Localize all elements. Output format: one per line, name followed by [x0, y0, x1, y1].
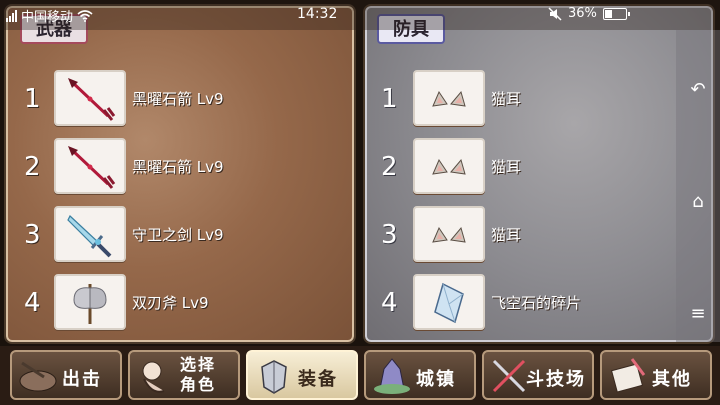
other-label: 其他 — [652, 369, 692, 390]
armor-equip-icon — [261, 360, 287, 394]
equip-label: 装备 — [298, 369, 338, 390]
weapon-slot-2[interactable]: 2 黑曜石箭 Lv9 — [6, 138, 336, 198]
slot-number: 1 — [24, 84, 41, 114]
clock: 14:32 — [297, 6, 338, 22]
armor-panel: 防具 1 猫耳 2 猫耳 3 猫耳 4 飞空石的碎片 — [363, 4, 715, 344]
weapon-name: 黑曜石箭 Lv9 — [132, 90, 224, 108]
weapon-slot-4[interactable]: 4 双刃斧 Lv9 — [6, 274, 336, 334]
sortie-button[interactable]: 出击 — [10, 350, 122, 400]
select-line-2: 角色 — [180, 375, 217, 394]
status-bar: 中国移动 14:32 36% — [0, 0, 720, 30]
slot-number: 2 — [381, 152, 398, 182]
obsidian-arrow-icon — [54, 138, 126, 194]
slot-number: 1 — [381, 84, 398, 114]
armor-slot-4[interactable]: 4 飞空石的碎片 — [365, 274, 695, 334]
arena-button[interactable]: 斗技场 — [482, 350, 594, 400]
armor-slot-3[interactable]: 3 猫耳 — [365, 206, 695, 266]
mute-icon — [548, 6, 562, 21]
weapons-panel: 武器 1 黑曜石箭 Lv9 2 黑曜石箭 Lv9 3 守卫之剑 Lv9 4 双刃… — [4, 4, 356, 344]
other-button[interactable]: 其他 — [600, 350, 712, 400]
armor-name: 猫耳 — [491, 158, 522, 176]
battery-percent: 36% — [568, 6, 597, 21]
cat-ears-icon — [413, 70, 485, 126]
obsidian-arrow-icon — [54, 70, 126, 126]
weapon-slot-3[interactable]: 3 守卫之剑 Lv9 — [6, 206, 336, 266]
town-icon — [374, 358, 410, 394]
slot-number: 4 — [24, 288, 41, 318]
status-left: 中国移动 — [6, 6, 93, 25]
wifi-icon — [77, 9, 93, 22]
weapon-name: 黑曜石箭 Lv9 — [132, 158, 224, 176]
cat-ears-icon — [413, 138, 485, 194]
armor-slot-2[interactable]: 2 猫耳 — [365, 138, 695, 198]
weapon-slot-1[interactable]: 1 黑曜石箭 Lv9 — [6, 70, 336, 130]
battery-icon — [602, 7, 630, 20]
armor-name: 飞空石的碎片 — [491, 294, 582, 312]
status-right: 36% — [548, 6, 630, 21]
armor-slot-1[interactable]: 1 猫耳 — [365, 70, 695, 130]
armor-name: 猫耳 — [491, 226, 522, 244]
select-line-1: 选择 — [180, 355, 217, 374]
menu-icon[interactable]: ≡ — [688, 304, 708, 324]
weapon-name: 双刃斧 Lv9 — [132, 294, 209, 312]
armor-name: 猫耳 — [491, 90, 522, 108]
select-character-label: 选择 角色 — [180, 355, 216, 395]
slot-number: 3 — [24, 220, 41, 250]
town-button[interactable]: 城镇 — [364, 350, 476, 400]
signal-icon — [6, 9, 17, 22]
scroll-quill-icon — [610, 358, 646, 393]
home-icon[interactable]: ⌂ — [688, 192, 708, 212]
slot-number: 2 — [24, 152, 41, 182]
sortie-label: 出击 — [62, 369, 102, 390]
sortie-icon — [19, 361, 57, 392]
guard-sword-icon — [54, 206, 126, 262]
bottom-nav: 出击 选择 角色 装备 城镇 斗技场 其他 — [0, 346, 720, 405]
cat-ears-icon — [413, 206, 485, 262]
system-nav-bar: ↶ ⌂ ≡ — [676, 30, 720, 342]
double-axe-icon — [54, 274, 126, 330]
slot-number: 3 — [381, 220, 398, 250]
character-icon — [142, 361, 165, 393]
carrier-name: 中国移动 — [21, 10, 74, 25]
back-icon[interactable]: ↶ — [688, 80, 708, 100]
weapon-name: 守卫之剑 Lv9 — [132, 226, 224, 244]
select-character-button[interactable]: 选择 角色 — [128, 350, 240, 400]
equip-button[interactable]: 装备 — [246, 350, 358, 400]
arena-label: 斗技场 — [526, 369, 586, 390]
slot-number: 4 — [381, 288, 398, 318]
crystal-shard-icon — [413, 274, 485, 330]
town-label: 城镇 — [416, 369, 456, 390]
